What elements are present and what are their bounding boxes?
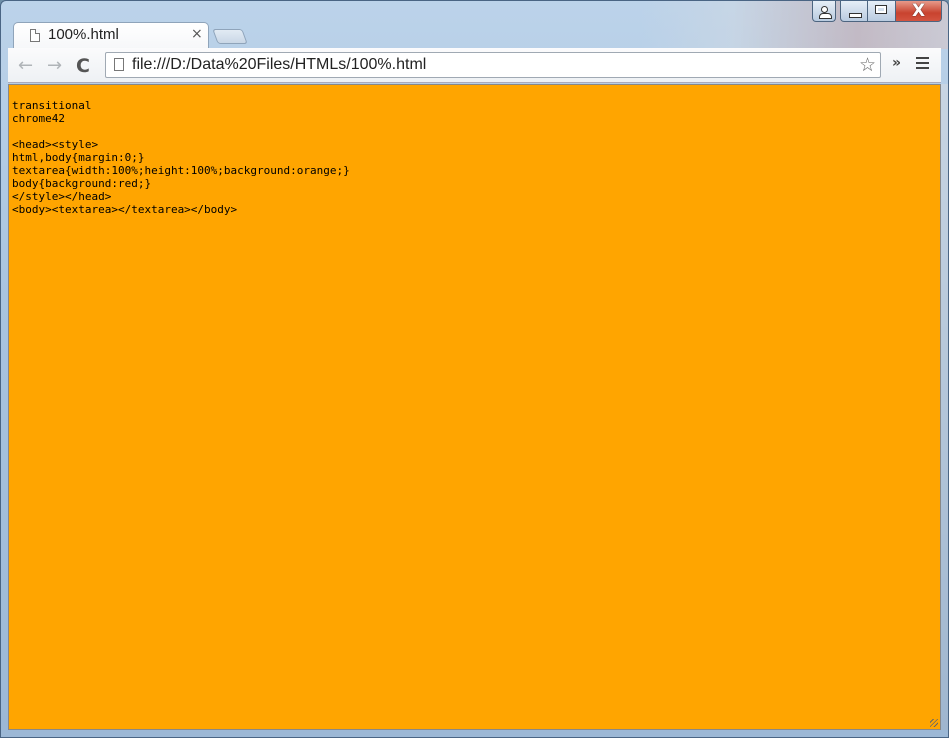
window-controls: X <box>812 1 942 23</box>
file-icon <box>114 58 124 71</box>
user-profile-button[interactable] <box>812 1 836 22</box>
minimize-button[interactable] <box>840 1 868 22</box>
maximize-button[interactable] <box>868 1 896 22</box>
page-text: transitional chrome42 <head><style> html… <box>12 99 350 216</box>
back-arrow-icon[interactable]: ← <box>18 55 33 76</box>
user-icon <box>819 6 832 19</box>
tab-title: 100%.html <box>48 26 119 43</box>
browser-toolbar: ← → C ☆ » <box>8 48 941 83</box>
address-bar[interactable]: ☆ <box>105 52 881 78</box>
close-icon: X <box>911 1 926 21</box>
minimize-icon <box>849 13 862 18</box>
reload-icon[interactable]: C <box>76 55 90 77</box>
bookmark-star-icon[interactable]: ☆ <box>859 54 876 76</box>
maximize-icon <box>875 5 887 14</box>
forward-arrow-icon[interactable]: → <box>47 55 62 76</box>
close-window-button[interactable]: X <box>896 1 942 22</box>
page-content[interactable]: transitional chrome42 <head><style> html… <box>8 84 941 730</box>
window-right-frame <box>941 84 948 730</box>
url-input[interactable] <box>132 55 852 75</box>
tab-close-icon[interactable]: × <box>191 26 203 42</box>
page-icon <box>30 29 40 42</box>
hamburger-menu-icon[interactable] <box>916 57 929 69</box>
new-tab-button[interactable] <box>212 29 248 44</box>
resize-handle-icon[interactable] <box>930 719 938 727</box>
tab-active[interactable]: 100%.html × <box>13 22 209 49</box>
extensions-overflow-icon[interactable]: » <box>892 55 901 71</box>
browser-window: 100%.html × X ← → C ☆ » transitional chr… <box>0 0 949 738</box>
